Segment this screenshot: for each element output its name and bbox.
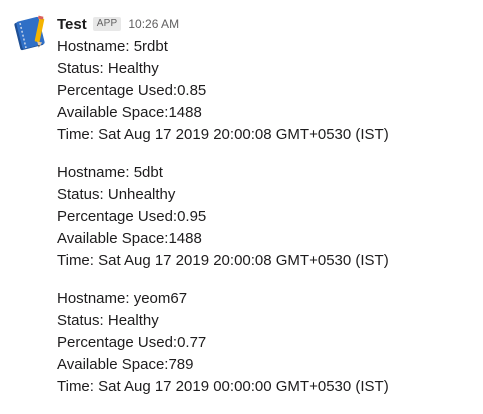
hostname-line: Hostname: 5rdbt bbox=[57, 38, 168, 55]
space-line: Available Space:1488 bbox=[57, 230, 202, 247]
message-timestamp[interactable]: 10:26 AM bbox=[128, 17, 179, 31]
time-line: Time: Sat Aug 17 2019 20:00:08 GMT+0530 … bbox=[57, 126, 389, 143]
percentage-line: Percentage Used:0.85 bbox=[57, 82, 207, 99]
space-line: Available Space:1488 bbox=[57, 104, 202, 121]
space-line: Available Space:789 bbox=[57, 356, 194, 373]
time-line: Time: Sat Aug 17 2019 00:00:00 GMT+0530 … bbox=[57, 378, 389, 395]
message-body: Hostname: 5rdbt Status: Healthy Percenta… bbox=[57, 36, 477, 414]
percentage-line: Percentage Used:0.77 bbox=[57, 334, 207, 351]
status-line: Status: Healthy bbox=[57, 60, 159, 77]
time-line: Time: Sat Aug 17 2019 20:00:08 GMT+0530 … bbox=[57, 252, 389, 269]
notebook-pencil-icon[interactable] bbox=[11, 14, 51, 54]
chat-message: Test APP 10:26 AM Hostname: 5rdbt Status… bbox=[0, 0, 483, 402]
host-report: Hostname: 5dbt Status: Unhealthy Percent… bbox=[57, 162, 477, 272]
hostname-line: Hostname: 5dbt bbox=[57, 164, 163, 181]
host-report: Hostname: yeom67 Status: Healthy Percent… bbox=[57, 288, 477, 398]
percentage-line: Percentage Used:0.95 bbox=[57, 208, 207, 225]
status-line: Status: Healthy bbox=[57, 312, 159, 329]
host-report: Hostname: 5rdbt Status: Healthy Percenta… bbox=[57, 36, 477, 146]
hostname-line: Hostname: yeom67 bbox=[57, 290, 188, 307]
status-line: Status: Unhealthy bbox=[57, 186, 176, 203]
sender-name[interactable]: Test bbox=[57, 16, 87, 33]
message-header: Test APP 10:26 AM bbox=[57, 14, 179, 34]
app-badge: APP bbox=[92, 17, 122, 31]
